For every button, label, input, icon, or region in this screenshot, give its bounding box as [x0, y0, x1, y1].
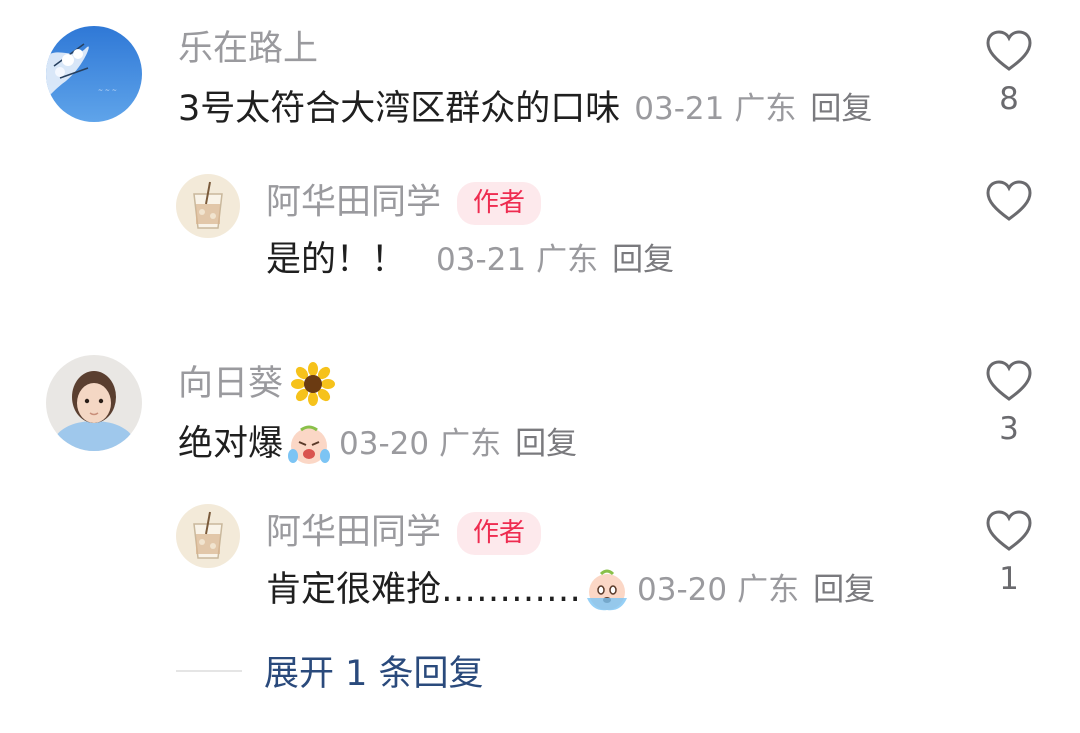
- sunflower-emoji: [291, 362, 336, 406]
- reply-button[interactable]: 回复: [515, 428, 577, 460]
- comment-text: 是的！！: [266, 240, 407, 280]
- avatar[interactable]: ~ ~ ~: [46, 26, 142, 122]
- heart-icon: [986, 180, 1032, 221]
- svg-text:~ ~ ~: ~ ~ ~: [98, 87, 117, 94]
- comment-date: 03-21: [436, 242, 527, 278]
- username[interactable]: 阿华田同学 作者: [266, 512, 542, 556]
- expand-replies[interactable]: 展开 1 条回复: [176, 645, 484, 696]
- like-button[interactable]: 1: [984, 510, 1034, 595]
- comment-location: 广东: [734, 91, 797, 127]
- avatar[interactable]: [176, 504, 240, 568]
- comment-location: 广东: [737, 571, 800, 608]
- comment-date: 03-20: [339, 425, 430, 462]
- like-button[interactable]: [984, 180, 1034, 222]
- comment-text: 3号太符合大湾区群众的口味: [178, 89, 621, 129]
- comment-item: ~ ~ ~ 乐在路上 3号太符合大湾区群众的口味 03-21 广东 回复 8: [0, 0, 1080, 150]
- comment-text-line[interactable]: 是的！！ 03-21 广东 回复: [266, 243, 674, 278]
- author-badge: 作者: [457, 512, 542, 556]
- comment-date: 03-20: [637, 571, 728, 608]
- comment-text: 肯定很难抢…………: [266, 569, 582, 610]
- heart-icon: [986, 30, 1032, 71]
- reply-item: 阿华田同学 作者 肯定很难抢………… 03-20 广东 回复 1: [0, 500, 1080, 620]
- comment-text-line[interactable]: 绝对爆 03-20 广东 回复: [178, 422, 577, 466]
- like-button[interactable]: 3: [984, 360, 1034, 445]
- comment-location: 广东: [439, 425, 502, 462]
- username[interactable]: 乐在路上: [178, 32, 318, 67]
- expand-replies-label[interactable]: 展开 1 条回复: [264, 645, 484, 696]
- username[interactable]: 阿华田同学 作者: [266, 182, 542, 226]
- username[interactable]: 向日葵: [178, 362, 336, 406]
- like-count: 1: [999, 561, 1019, 597]
- like-count: 8: [999, 81, 1019, 117]
- comment-text-line[interactable]: 肯定很难抢………… 03-20 广东 回复: [266, 568, 875, 612]
- like-button[interactable]: 8: [984, 30, 1034, 115]
- like-count: 3: [999, 411, 1019, 447]
- heart-icon: [986, 360, 1032, 401]
- reply-item: 阿华田同学 作者 是的！！ 03-21 广东 回复: [0, 170, 1080, 290]
- comment-location: 广东: [536, 242, 599, 278]
- reply-button[interactable]: 回复: [810, 94, 872, 125]
- reply-button[interactable]: 回复: [813, 574, 875, 606]
- expand-divider: [176, 669, 242, 672]
- avatar[interactable]: [46, 355, 142, 451]
- username-text: 阿华田同学: [266, 182, 442, 223]
- scared-face-emoji: [587, 569, 628, 611]
- author-badge: 作者: [457, 182, 542, 226]
- comment-date: 03-21: [634, 91, 725, 127]
- avatar[interactable]: [176, 174, 240, 238]
- username-text: 向日葵: [178, 363, 284, 404]
- comment-text-line[interactable]: 3号太符合大湾区群众的口味 03-21 广东 回复: [178, 92, 872, 127]
- heart-icon: [986, 510, 1032, 551]
- reply-button[interactable]: 回复: [612, 245, 674, 276]
- crying-face-emoji: [288, 425, 331, 464]
- username-text: 阿华田同学: [266, 512, 442, 553]
- comment-text: 绝对爆: [178, 423, 284, 464]
- comment-item: 向日葵 绝对爆 03-20 广东 回复 3: [0, 340, 1080, 490]
